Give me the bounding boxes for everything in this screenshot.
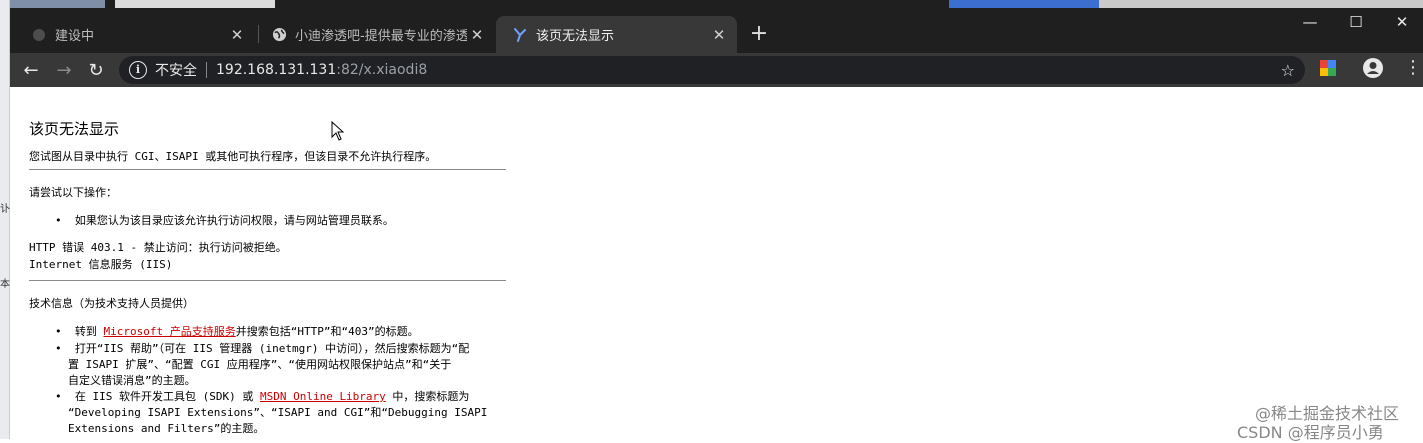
tab-title: 建设中 [55, 29, 95, 44]
tech-item: • 在 IIS 软件开发工具包 (SDK) 或 MSDN Online Libr… [55, 390, 470, 403]
forward-button[interactable]: → [50, 57, 78, 85]
profile-avatar-icon[interactable] [1363, 58, 1383, 78]
loading-fork-icon [512, 27, 528, 43]
tab-title: 小迪渗透吧-提供最专业的渗透测 [295, 29, 467, 44]
minimize-button[interactable]: — [1287, 8, 1333, 36]
try-item: • 如果您认为该目录应该允许执行访问权限，请与网站管理员联系。 [55, 214, 394, 227]
reload-button[interactable]: ↻ [82, 57, 110, 85]
background-window [115, 0, 275, 8]
page-content: 该页无法显示 您试图从目录中执行 CGI、ISAPI 或其他可执行程序，但该目录… [9, 87, 1423, 442]
page-description: 您试图从目录中执行 CGI、ISAPI 或其他可执行程序，但该目录不允许执行程序… [29, 150, 437, 163]
url-host[interactable]: 192.168.131.131 [216, 62, 336, 78]
security-label[interactable]: 不安全 [155, 60, 197, 80]
watermark: CSDN @程序员小勇 [1237, 423, 1384, 442]
divider [29, 280, 506, 281]
url-path[interactable]: :82/x.xiaodi8 [336, 62, 427, 78]
edge-text: 讣 [0, 204, 10, 215]
tech-item-line: 自定义错误消息”的主题。 [68, 374, 196, 387]
ms-support-link[interactable]: Microsoft 产品支持服务 [104, 325, 236, 338]
desktop-window-edge: 讣 本 [0, 0, 10, 439]
menu-kebab-icon[interactable]: ⋮ [1404, 57, 1422, 79]
background-window [9, 0, 105, 8]
address-bar[interactable]: i 不安全 192.168.131.131 :82/x.xiaodi8 ☆ [119, 56, 1305, 84]
tab-title: 该页无法显示 [536, 29, 615, 44]
browser-window: 建设中 ✕ 小迪渗透吧-提供最专业的渗透测 ✕ 该页无法显示 ✕ + — ☐ ✕… [9, 0, 1423, 442]
tech-item-line: Extensions and Filters”的主题。 [68, 422, 265, 435]
maximize-button[interactable]: ☐ [1333, 8, 1379, 36]
tab-building[interactable]: 建设中 ✕ [15, 16, 255, 53]
error-code: HTTP 错误 403.1 - 禁止访问：执行访问被拒绝。 [29, 241, 287, 254]
tab-xiaodi[interactable]: 小迪渗透吧-提供最专业的渗透测 ✕ [255, 16, 495, 53]
info-icon[interactable]: i [129, 61, 147, 79]
background-window [1099, 0, 1423, 8]
tech-heading: 技术信息（为技术支持人员提供） [29, 297, 194, 310]
extension-icon[interactable] [1319, 59, 1337, 77]
try-heading: 请尝试以下操作： [29, 186, 117, 199]
tech-item: • 转到 Microsoft 产品支持服务并搜索包括“HTTP”和“403”的标… [55, 325, 419, 338]
browser-toolbar: ← → ↻ i 不安全 192.168.131.131 :82/x.xiaodi… [9, 53, 1423, 87]
address-divider [206, 62, 207, 78]
close-tab-icon[interactable]: ✕ [467, 26, 487, 44]
bookmark-star-icon[interactable]: ☆ [1281, 61, 1295, 80]
page-title: 该页无法显示 [29, 120, 120, 138]
tab-page-cannot-display[interactable]: 该页无法显示 ✕ [496, 16, 737, 53]
tech-item-line: 置 ISAPI 扩展”、“配置 CGI 应用程序”、“使用网站权限保护站点”和“… [68, 358, 452, 371]
background-window [949, 0, 1099, 8]
globe-icon [271, 27, 287, 43]
back-button[interactable]: ← [17, 57, 45, 85]
new-tab-button[interactable]: + [745, 21, 773, 49]
close-tab-icon[interactable]: ✕ [709, 26, 729, 44]
tab-strip: 建设中 ✕ 小迪渗透吧-提供最专业的渗透测 ✕ 该页无法显示 ✕ + — ☐ ✕ [9, 0, 1423, 53]
tech-item: • 打开“IIS 帮助”（可在 IIS 管理器 (inetmgr) 中访问），然… [55, 342, 470, 355]
divider [29, 169, 506, 170]
blank-page-icon [31, 27, 47, 43]
msdn-library-link[interactable]: MSDN Online Library [260, 390, 386, 403]
close-window-button[interactable]: ✕ [1379, 8, 1423, 36]
edge-text: 本 [0, 279, 10, 290]
close-tab-icon[interactable]: ✕ [227, 26, 247, 44]
server-info: Internet 信息服务 (IIS) [29, 258, 173, 271]
mouse-cursor-icon [331, 120, 345, 145]
tech-item-line: “Developing ISAPI Extensions”、“ISAPI and… [68, 406, 488, 419]
